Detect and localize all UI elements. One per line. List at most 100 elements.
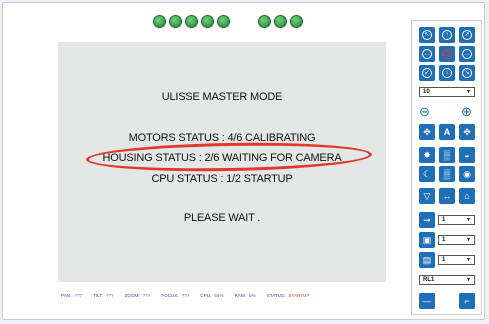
autofocus-button[interactable]: A (439, 124, 455, 140)
speed-select[interactable]: 10 ▼ (419, 87, 475, 97)
focus-far-button[interactable]: ✥ (419, 124, 435, 140)
move-up-right-button[interactable]: ↗ (459, 27, 475, 43)
focus-value: ??? (181, 293, 190, 298)
move-down-right-button[interactable]: ↘ (459, 65, 475, 81)
defog-icon: ◉ (463, 168, 471, 179)
washer-icon: ◒ (464, 149, 470, 160)
zoom-in-icon[interactable]: ⊕ (461, 105, 472, 118)
status-value: STARTUP (288, 293, 310, 298)
chevron-down-icon: ▼ (466, 217, 471, 223)
trash-icon: ▤ (422, 254, 432, 265)
night-mode-button[interactable]: ☾ (419, 166, 435, 182)
stop-icon: ⃠ (442, 49, 452, 59)
heater-button[interactable]: ▒ (439, 166, 455, 182)
save-preset-button[interactable]: ▣ (419, 232, 435, 248)
heater-icon: ▒ (443, 168, 451, 179)
indicator-led (290, 15, 303, 28)
mode-title: ULISSE MASTER MODE (161, 91, 283, 103)
cpu-value: 54% (214, 293, 224, 298)
chevron-down-icon: ▼ (466, 89, 471, 95)
relay-off-button[interactable]: — (419, 293, 435, 309)
arrow-up-icon: ↑ (442, 30, 452, 40)
scan-icon: ↔ (442, 190, 452, 201)
relay-select[interactable]: RL1 ▼ (419, 275, 475, 285)
save-select-value: 1 (442, 237, 446, 243)
zoom-value: ??? (142, 293, 151, 298)
delete-select-value: 1 (442, 257, 446, 263)
chevron-down-icon: ▼ (466, 237, 471, 243)
washer-button[interactable]: ◒ (459, 147, 475, 163)
wiper-button[interactable]: ▒ (439, 147, 455, 163)
speed-select-value: 10 (423, 89, 430, 95)
pan-label: PAN: (61, 293, 72, 298)
highlight-ellipse (85, 140, 373, 174)
focus-label: FOCUS: (161, 293, 179, 298)
move-down-left-button[interactable]: ↙ (419, 65, 435, 81)
indicator-led (169, 15, 182, 28)
cpu-label: CPU: (200, 293, 212, 298)
indicator-led (217, 15, 230, 28)
arrow-right-icon: → (462, 49, 472, 59)
zoom-out-icon[interactable]: ⊖ (419, 105, 430, 118)
indicator-led (185, 15, 198, 28)
indicator-led (201, 15, 214, 28)
focus-far-icon: ✥ (423, 126, 431, 137)
ram-value: 5% (249, 293, 256, 298)
relay-off-icon: — (422, 295, 432, 306)
arrow-left-icon: ← (422, 49, 432, 59)
preset-select-value: 1 (442, 217, 446, 223)
sun-icon: ✸ (423, 149, 431, 160)
arrow-right-icon: ➞ (423, 214, 431, 225)
chevron-down-icon: ▼ (466, 277, 471, 283)
autofocus-icon: A (443, 126, 451, 137)
patrol-icon: ▽ (423, 190, 431, 201)
move-left-button[interactable]: ← (419, 46, 435, 62)
video-panel: ULISSE MASTER MODE MOTORS STATUS : 4/6 C… (58, 42, 386, 282)
stop-button[interactable]: ⃠ (439, 46, 455, 62)
wait-message: PLEASE WAIT . (183, 212, 261, 224)
arrow-down-right-icon: ↘ (462, 68, 472, 78)
delete-preset-select[interactable]: 1 ▼ (438, 255, 475, 265)
scan-button[interactable]: ↔ (439, 188, 455, 204)
home-icon: ⌂ (464, 190, 470, 201)
delete-preset-button[interactable]: ▤ (419, 252, 435, 268)
home-button[interactable]: ⌂ (459, 188, 475, 204)
move-up-left-button[interactable]: ↖ (419, 27, 435, 43)
cpu-status: CPU STATUS : 1/2 STARTUP (151, 173, 293, 185)
tilt-label: TILT: (93, 293, 103, 298)
relay-on-icon: ⌐ (464, 295, 470, 306)
indicator-led (258, 15, 271, 28)
arrow-up-right-icon: ↗ (462, 30, 472, 40)
defog-button[interactable]: ◉ (459, 166, 475, 182)
status-label: STATUS: (266, 293, 286, 298)
move-down-button[interactable]: ↓ (439, 65, 455, 81)
moon-icon: ☾ (422, 168, 432, 179)
relay-select-value: RL1 (423, 277, 435, 283)
relay-on-button[interactable]: ⌐ (459, 293, 475, 309)
move-up-button[interactable]: ↑ (439, 27, 455, 43)
focus-near-icon: ✥ (463, 126, 471, 137)
arrow-down-left-icon: ↙ (422, 68, 432, 78)
arrow-up-left-icon: ↖ (422, 30, 432, 40)
control-sidebar: ↖ ↑ ↗ ← ⃠ → ↙ ↓ ↘ 10▼ ⊖ ⊕ ✥ A ✥ ✸ ▒ ◒ ☾ … (411, 20, 482, 315)
day-mode-button[interactable]: ✸ (419, 147, 435, 163)
ram-label: RAM: (234, 293, 247, 298)
goto-preset-button[interactable]: ➞ (419, 212, 435, 228)
status-indicators (153, 15, 303, 29)
arrow-down-icon: ↓ (442, 68, 452, 78)
preset-select[interactable]: 1 ▼ (438, 215, 475, 225)
save-icon: ▣ (422, 234, 432, 245)
status-bar: PAN:??? TILT:??? ZOOM:??? FOCUS:??? CPU:… (61, 293, 312, 298)
tilt-value: ??? (105, 293, 114, 298)
indicator-led (274, 15, 287, 28)
chevron-down-icon: ▼ (466, 257, 471, 263)
window-frame: ULISSE MASTER MODE MOTORS STATUS : 4/6 C… (2, 2, 485, 320)
move-right-button[interactable]: → (459, 46, 475, 62)
zoom-label: ZOOM: (124, 293, 140, 298)
indicator-led (153, 15, 166, 28)
save-preset-select[interactable]: 1 ▼ (438, 235, 475, 245)
pan-value: ??? (74, 293, 83, 298)
focus-near-button[interactable]: ✥ (459, 124, 475, 140)
wiper-icon: ▒ (443, 149, 451, 160)
patrol-button[interactable]: ▽ (419, 188, 435, 204)
